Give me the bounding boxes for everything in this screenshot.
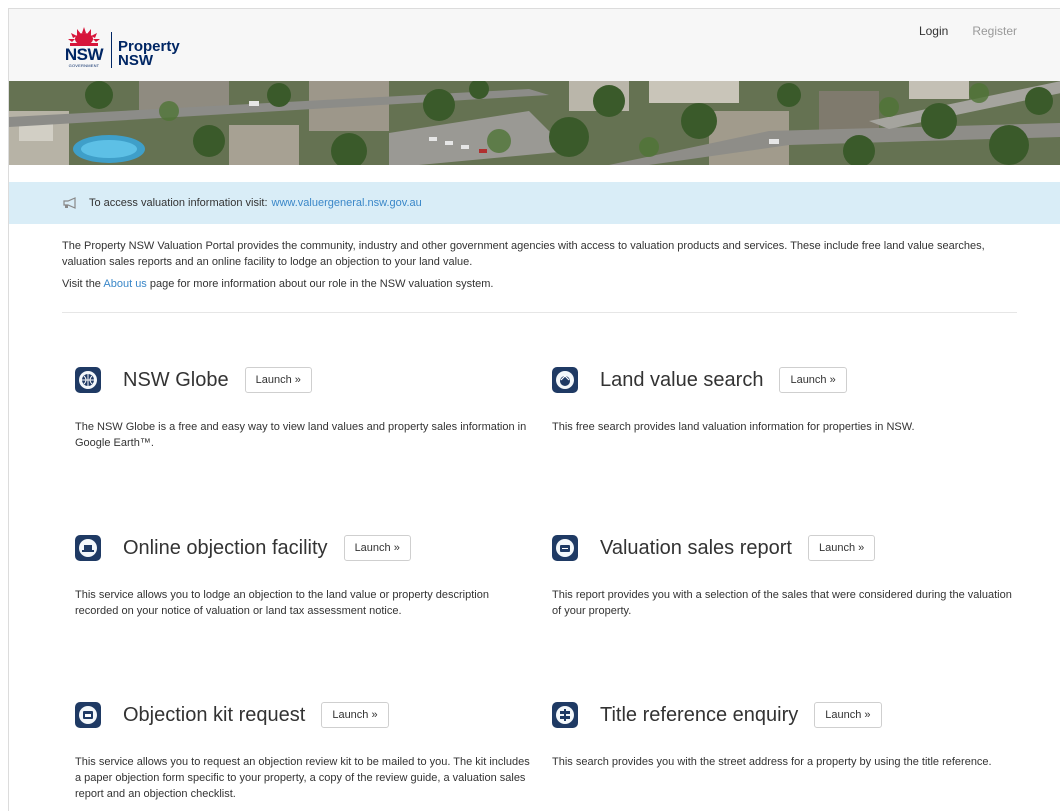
service-description: This free search provides land valuation… <box>552 421 915 433</box>
intro-section: The Property NSW Valuation Portal provid… <box>62 238 1022 298</box>
service-title: Land value search <box>600 368 764 391</box>
waratah-icon <box>68 27 100 46</box>
signpost-icon <box>552 702 578 728</box>
service-objection-kit-request: Objection kit request Launch » This serv… <box>75 700 535 802</box>
notice-bar: To access valuation information visit: w… <box>9 182 1060 224</box>
report-icon <box>552 535 578 561</box>
register-link[interactable]: Register <box>972 24 1017 38</box>
envelope-icon <box>75 702 101 728</box>
logo-property-nsw-text: NSW <box>118 52 153 69</box>
aerial-photo <box>9 81 1060 165</box>
valuer-general-link[interactable]: www.valuergeneral.nsw.gov.au <box>272 197 422 209</box>
service-valuation-sales-report: Valuation sales report Launch » This rep… <box>552 533 1012 619</box>
logo-government-text: GOVERNMENT <box>68 63 100 68</box>
launch-button-nsw-globe[interactable]: Launch » <box>244 367 312 393</box>
service-land-value-search: Land value search Launch » This free sea… <box>552 365 1012 435</box>
service-description: This search provides you with the street… <box>552 756 992 768</box>
launch-button-online-objection[interactable]: Launch » <box>343 535 411 561</box>
service-description: This service allows you to lodge an obje… <box>75 589 489 617</box>
service-title: Title reference enquiry <box>600 703 799 726</box>
house-search-icon <box>552 367 578 393</box>
aerial-banner-image <box>9 81 1060 165</box>
launch-button-valuation-sales-report[interactable]: Launch » <box>807 535 876 561</box>
logo-nsw-text: NSW <box>64 45 104 64</box>
megaphone-icon <box>63 197 76 209</box>
notice-text: To access valuation information visit: <box>89 197 268 209</box>
service-title: Online objection facility <box>123 536 328 559</box>
about-us-link[interactable]: About us <box>103 278 146 290</box>
property-nsw-wordmark: Property NSW <box>118 39 180 69</box>
about-line: Visit the About us page for more informa… <box>62 276 1022 292</box>
about-suffix: page for more information about our role… <box>149 278 494 290</box>
logo-divider <box>111 32 112 68</box>
laptop-icon <box>75 535 101 561</box>
service-title: NSW Globe <box>123 368 229 391</box>
nsw-government-logo: NSW GOVERNMENT <box>61 25 107 68</box>
about-prefix: Visit the <box>62 278 101 290</box>
auth-links: Login Register <box>919 24 1017 38</box>
nsw-property-logo[interactable]: NSW GOVERNMENT Property NSW <box>61 25 180 68</box>
site-header: NSW GOVERNMENT Property NSW Login Regist… <box>9 9 1060 81</box>
page: NSW GOVERNMENT Property NSW Login Regist… <box>8 8 1060 811</box>
service-description: This service allows you to request an ob… <box>75 756 530 800</box>
section-divider <box>62 312 1017 313</box>
service-online-objection-facility: Online objection facility Launch » This … <box>75 533 535 619</box>
service-description: The NSW Globe is a free and easy way to … <box>75 421 527 449</box>
service-title: Valuation sales report <box>600 536 792 559</box>
service-nsw-globe: NSW Globe Launch » The NSW Globe is a fr… <box>75 365 535 451</box>
launch-button-land-value-search[interactable]: Launch » <box>779 367 847 393</box>
intro-paragraph: The Property NSW Valuation Portal provid… <box>62 240 985 268</box>
launch-button-objection-kit[interactable]: Launch » <box>321 702 389 728</box>
launch-button-title-reference[interactable]: Launch » <box>814 702 882 728</box>
service-title: Objection kit request <box>123 703 306 726</box>
login-link[interactable]: Login <box>919 24 948 38</box>
service-title-reference-enquiry: Title reference enquiry Launch » This se… <box>552 700 1012 770</box>
service-description: This report provides you with a selectio… <box>552 589 1012 617</box>
globe-icon <box>75 367 101 393</box>
